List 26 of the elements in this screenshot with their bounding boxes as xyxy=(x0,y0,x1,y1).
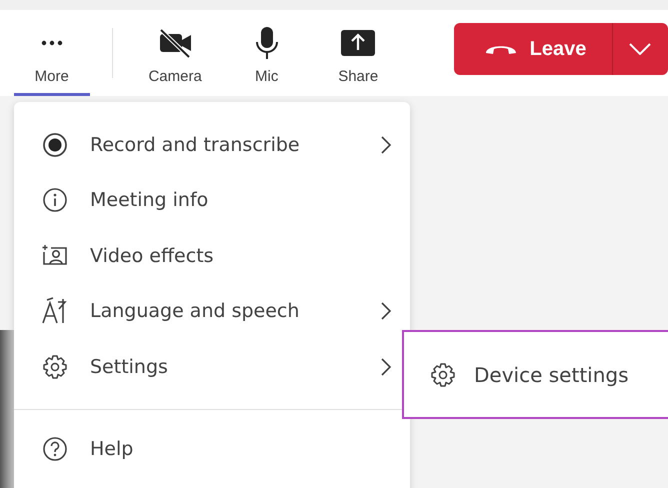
menu-item[interactable]: Help xyxy=(14,422,410,477)
share-button[interactable]: Share xyxy=(312,10,404,96)
settings-icon xyxy=(430,362,456,388)
more-icon xyxy=(40,40,63,46)
menu-item[interactable]: Video effects xyxy=(14,228,410,284)
microphone-icon xyxy=(254,26,279,60)
camera-off-icon xyxy=(157,28,194,58)
settings-icon xyxy=(42,354,68,380)
more-button[interactable]: More xyxy=(14,10,90,96)
info-icon xyxy=(42,187,68,214)
camera-button[interactable]: Camera xyxy=(129,10,221,96)
chevron-right-icon xyxy=(380,301,392,322)
menu-item[interactable]: Device settings xyxy=(402,330,668,419)
language-icon xyxy=(41,297,69,326)
record-icon xyxy=(42,132,68,158)
chevron-right-icon xyxy=(380,356,392,377)
share-icon xyxy=(340,28,376,58)
chevron-right-icon xyxy=(380,134,392,155)
menu-item[interactable]: Meeting info xyxy=(14,172,410,228)
dropdown-button[interactable] xyxy=(612,23,668,75)
menu-item[interactable]: Record and transcribe xyxy=(14,117,410,172)
mic-button[interactable]: Mic xyxy=(220,10,312,96)
chevron-down-icon xyxy=(629,43,652,55)
help-icon xyxy=(42,436,68,462)
video-effects-icon xyxy=(41,244,69,268)
leave-button[interactable]: Leave xyxy=(454,23,612,75)
